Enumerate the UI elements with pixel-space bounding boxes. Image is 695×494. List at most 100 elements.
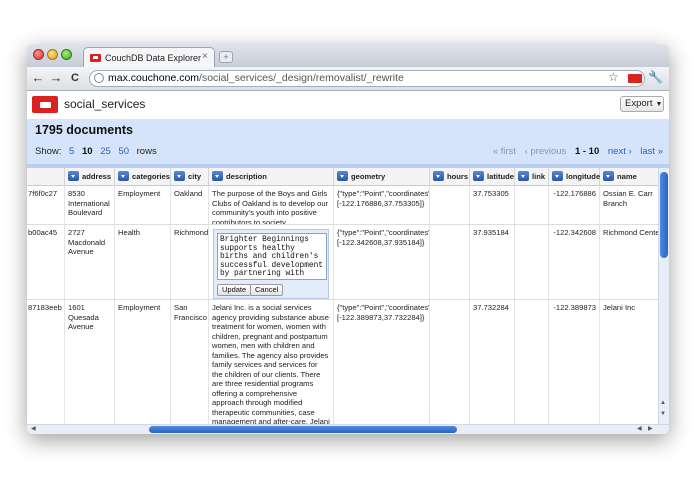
cell-categories[interactable]: Health <box>115 225 171 299</box>
column-header[interactable]: longitude <box>549 168 600 186</box>
zoom-window-button[interactable] <box>61 49 72 60</box>
table-row: 7f6f0c27 8530 International Boulevard Em… <box>27 186 659 225</box>
page-size-option[interactable]: 25 <box>100 146 111 157</box>
cell-description[interactable]: Jelani Inc. is a social services agency … <box>209 300 334 424</box>
reload-icon[interactable]: C <box>68 72 82 84</box>
cell-link[interactable] <box>515 225 549 299</box>
page-info-icon[interactable] <box>94 73 104 83</box>
cell-categories[interactable]: Employment <box>115 186 171 224</box>
column-menu-icon[interactable] <box>473 171 484 181</box>
scroll-left-arrow-icon[interactable]: ◀ <box>637 425 642 432</box>
table-header: address categories city description geom… <box>27 168 659 186</box>
browser-tab[interactable]: CouchDB Data Explorer × <box>83 47 215 67</box>
column-header[interactable]: address <box>65 168 115 186</box>
address-bar[interactable]: max.couchone.com/social_services/_design… <box>89 70 645 87</box>
column-menu-icon[interactable] <box>118 171 129 181</box>
cell-address[interactable]: 1601 Quesada Avenue <box>65 300 115 424</box>
wrench-menu-icon[interactable]: 🔧 <box>648 70 663 84</box>
column-header[interactable]: link <box>515 168 549 186</box>
page-size-option[interactable]: 50 <box>118 146 129 157</box>
table-row: b00ac45 2727 Macdonald Avenue Health Ric… <box>27 225 659 300</box>
column-header-id <box>27 168 65 186</box>
cell-name[interactable]: Jelani Inc <box>600 300 659 424</box>
page-size-selector: Show: 5 10 25 50 rows <box>35 146 162 157</box>
minimize-window-button[interactable] <box>47 49 58 60</box>
forward-arrow-icon[interactable]: → <box>49 70 63 85</box>
cell-city[interactable]: Richmond <box>171 225 209 299</box>
cell-edit-textarea[interactable]: Brighter Beginnings supports healthy bir… <box>217 233 327 280</box>
cell-latitude[interactable]: 37.753305 <box>470 186 515 224</box>
column-menu-icon[interactable] <box>68 171 79 181</box>
last-page-link[interactable]: last » <box>640 146 663 157</box>
column-header[interactable]: city <box>171 168 209 186</box>
cell-longitude[interactable]: -122.176886 <box>549 186 600 224</box>
browser-toolbar: ← → C max.couchone.com/social_services/_… <box>27 67 669 91</box>
inline-cell-editor: Brighter Beginnings supports healthy bir… <box>213 229 329 299</box>
documents-table: address categories city description geom… <box>27 168 659 424</box>
cell-longitude[interactable]: -122.389873 <box>549 300 600 424</box>
scroll-down-arrow-icon[interactable]: ▼ <box>660 411 666 417</box>
cell-categories[interactable]: Employment <box>115 300 171 424</box>
cell-latitude[interactable]: 37.732284 <box>470 300 515 424</box>
row-id[interactable]: 87183eeb <box>27 300 65 424</box>
cell-longitude[interactable]: -122.342608 <box>549 225 600 299</box>
vertical-scroll-thumb[interactable] <box>660 172 668 258</box>
column-header[interactable]: geometry <box>334 168 430 186</box>
horizontal-scroll-thumb[interactable] <box>149 426 457 433</box>
cell-geometry[interactable]: {"type":"Point","coordinates":[-122.1768… <box>334 186 430 224</box>
first-page-link[interactable]: « first <box>493 146 516 157</box>
cell-geometry[interactable]: {"type":"Point","coordinates":[-122.3898… <box>334 300 430 424</box>
cell-hours[interactable] <box>430 186 470 224</box>
column-menu-icon[interactable] <box>337 171 348 181</box>
url-path: /social_services/_design/removalist/_rew… <box>199 72 404 84</box>
couchdb-favicon-icon <box>90 53 101 62</box>
column-menu-icon[interactable] <box>174 171 185 181</box>
cell-latitude[interactable]: 37.935184 <box>470 225 515 299</box>
column-menu-icon[interactable] <box>518 171 529 181</box>
row-id[interactable]: b00ac45 <box>27 225 65 299</box>
cell-link[interactable] <box>515 300 549 424</box>
bookmark-star-icon[interactable]: ☆ <box>608 70 619 84</box>
cell-address[interactable]: 8530 International Boulevard <box>65 186 115 224</box>
scroll-left-arrow-icon[interactable]: ◀ <box>31 425 36 432</box>
app-header: social_services Export ▼ <box>27 92 669 118</box>
column-menu-icon[interactable] <box>552 171 563 181</box>
column-menu-icon[interactable] <box>603 171 614 181</box>
scroll-up-arrow-icon[interactable]: ▲ <box>660 400 666 406</box>
new-tab-button[interactable]: + <box>219 51 233 63</box>
cell-link[interactable] <box>515 186 549 224</box>
chevron-down-icon: ▼ <box>655 101 663 108</box>
column-header[interactable]: categories <box>115 168 171 186</box>
tab-close-icon[interactable]: × <box>202 51 208 62</box>
cell-city[interactable]: Oakland <box>171 186 209 224</box>
update-button[interactable]: Update <box>217 284 252 296</box>
page-size-option-selected[interactable]: 10 <box>82 146 93 157</box>
column-header[interactable]: latitude <box>470 168 515 186</box>
cell-address[interactable]: 2727 Macdonald Avenue <box>65 225 115 299</box>
page-size-option[interactable]: 5 <box>69 146 74 157</box>
couchdb-extension-icon[interactable] <box>628 74 642 83</box>
cell-city[interactable]: San Francisco <box>171 300 209 424</box>
next-page-link[interactable]: next › <box>608 146 632 157</box>
cell-hours[interactable] <box>430 225 470 299</box>
cell-geometry[interactable]: {"type":"Point","coordinates":[-122.3426… <box>334 225 430 299</box>
horizontal-scrollbar[interactable]: ◀ ◀ ▶ <box>27 424 669 434</box>
column-menu-icon[interactable] <box>433 171 444 181</box>
back-arrow-icon[interactable]: ← <box>31 70 45 85</box>
previous-page-link[interactable]: ‹ previous <box>525 146 567 157</box>
column-header[interactable]: hours <box>430 168 470 186</box>
info-bar: 1795 documents Show: 5 10 25 50 rows « f… <box>27 119 669 164</box>
row-id[interactable]: 7f6f0c27 <box>27 186 65 224</box>
column-menu-icon[interactable] <box>212 171 223 181</box>
cancel-button[interactable]: Cancel <box>250 284 284 296</box>
cell-description[interactable]: The purpose of the Boys and Girls Clubs … <box>209 186 334 224</box>
scroll-right-arrow-icon[interactable]: ▶ <box>648 425 653 432</box>
vertical-scrollbar[interactable]: ▲ ▼ <box>658 168 669 424</box>
column-header[interactable]: description <box>209 168 334 186</box>
cell-name[interactable]: Ossian E. Carr Branch <box>600 186 659 224</box>
export-button[interactable]: Export ▼ <box>620 96 664 112</box>
column-header[interactable]: name <box>600 168 659 186</box>
close-window-button[interactable] <box>33 49 44 60</box>
cell-name[interactable]: Richmond Center <box>600 225 659 299</box>
cell-hours[interactable] <box>430 300 470 424</box>
